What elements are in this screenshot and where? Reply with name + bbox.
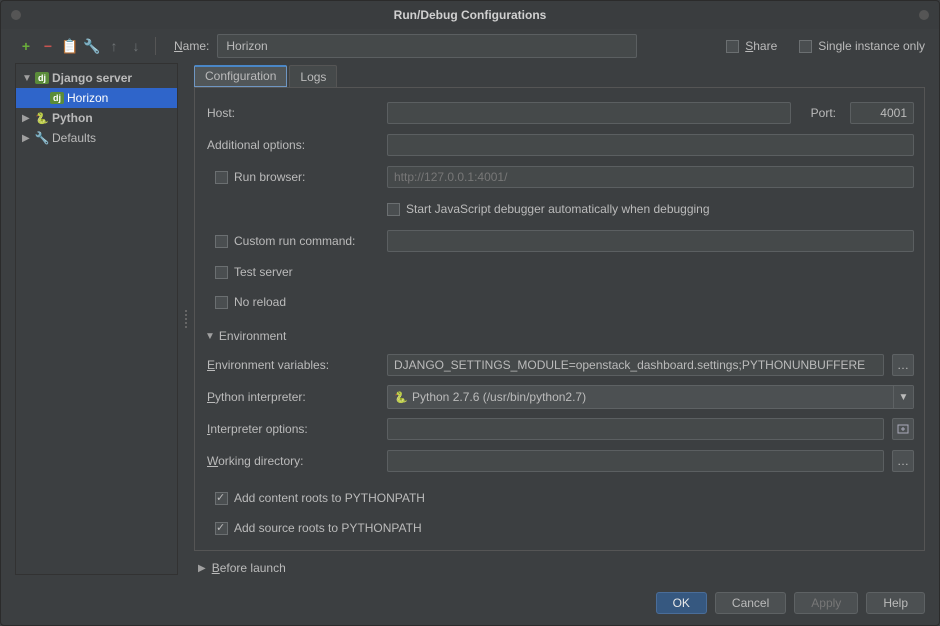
settings-icon[interactable]: 🔧 — [85, 39, 99, 53]
chevron-down-icon: ▼ — [893, 386, 913, 408]
interpreter-options-input[interactable] — [387, 418, 884, 440]
tree-node-python[interactable]: ▶ 🐍 Python — [16, 108, 177, 128]
python-icon: 🐍 — [35, 112, 49, 124]
single-instance-checkbox[interactable]: Single instance only — [799, 39, 925, 53]
working-dir-row: Working directory: … — [205, 448, 914, 474]
share-checkbox[interactable]: Share — [726, 39, 777, 53]
interpreter-options-label: Interpreter options: — [205, 422, 379, 436]
tree-node-horizon[interactable]: dj Horizon — [16, 88, 177, 108]
dialog-window: Run/Debug Configurations + − 📋 🔧 ↑ ↓ Nam… — [0, 0, 940, 626]
dialog-title: Run/Debug Configurations — [394, 8, 547, 22]
working-directory-label: Working directory: — [205, 454, 379, 468]
remove-config-icon[interactable]: − — [41, 39, 55, 53]
help-button[interactable]: Help — [866, 592, 925, 614]
checkbox-icon — [215, 235, 228, 248]
name-label: Name: — [174, 39, 209, 53]
start-js-checkbox[interactable]: Start JavaScript debugger automatically … — [387, 202, 710, 216]
run-browser-checkbox[interactable]: Run browser: — [205, 170, 379, 184]
tree-node-defaults[interactable]: ▶ 🔧 Defaults — [16, 128, 177, 148]
add-source-roots-checkbox[interactable]: Add source roots to PYTHONPATH — [205, 516, 914, 540]
chevron-right-icon: ▶ — [198, 563, 206, 574]
separator — [155, 37, 156, 55]
config-tree[interactable]: ▼ dj Django server dj Horizon ▶ 🐍 Python… — [15, 63, 178, 575]
top-toolbar-row: + − 📋 🔧 ↑ ↓ Name: Share Single instance … — [1, 29, 939, 63]
host-input[interactable] — [387, 102, 791, 124]
start-js-row: Start JavaScript debugger automatically … — [205, 196, 914, 222]
before-launch-section[interactable]: ▶ Before launch — [194, 551, 925, 575]
checkbox-icon — [215, 266, 228, 279]
main-panel: Configuration Logs Host: Port: Additiona… — [194, 63, 925, 575]
working-directory-input[interactable] — [387, 450, 884, 472]
additional-options-label: Additional options: — [205, 138, 379, 152]
interpreter-options-row: Interpreter options: — [205, 416, 914, 442]
tab-configuration[interactable]: Configuration — [194, 65, 287, 87]
apply-button[interactable]: Apply — [794, 592, 858, 614]
checkbox-icon — [215, 171, 228, 184]
interpreter-row: Python interpreter: 🐍 Python 2.7.6 (/usr… — [205, 384, 914, 410]
run-browser-input[interactable]: http://127.0.0.1:4001/ — [387, 166, 914, 188]
host-label: Host: — [205, 106, 379, 120]
django-icon: dj — [35, 72, 49, 84]
python-interpreter-label: Python interpreter: — [205, 390, 379, 404]
copy-config-icon[interactable]: 📋 — [63, 39, 77, 53]
env-vars-label: Environment variables: — [205, 358, 379, 372]
environment-section-header[interactable]: ▼ Environment — [205, 326, 914, 346]
config-toolbar: + − 📋 🔧 ↑ ↓ — [19, 37, 160, 55]
dialog-footer: OK Cancel Apply Help — [1, 581, 939, 625]
checkbox-icon — [726, 40, 739, 53]
custom-run-checkbox[interactable]: Custom run command: — [205, 234, 379, 248]
expand-icon — [897, 423, 909, 435]
tree-collapse-icon: ▶ — [22, 133, 32, 144]
tree-expand-icon: ▼ — [22, 73, 32, 84]
window-menu-icon[interactable] — [11, 10, 21, 20]
move-down-icon[interactable]: ↓ — [129, 39, 143, 53]
env-vars-input[interactable]: DJANGO_SETTINGS_MODULE=openstack_dashboa… — [387, 354, 884, 376]
configuration-panel: Host: Port: Additional options: Run brow… — [194, 87, 925, 551]
tab-bar: Configuration Logs — [194, 63, 925, 87]
tab-logs[interactable]: Logs — [289, 65, 337, 87]
python-interpreter-select[interactable]: 🐍 Python 2.7.6 (/usr/bin/python2.7) ▼ — [387, 385, 914, 409]
tree-node-django-server[interactable]: ▼ dj Django server — [16, 68, 177, 88]
run-browser-row: Run browser: http://127.0.0.1:4001/ — [205, 164, 914, 190]
ok-button[interactable]: OK — [656, 592, 707, 614]
checkbox-icon — [799, 40, 812, 53]
custom-run-input[interactable] — [387, 230, 914, 252]
checkbox-checked-icon — [215, 492, 228, 505]
chevron-down-icon: ▼ — [205, 331, 215, 342]
django-icon: dj — [50, 92, 64, 104]
env-vars-row: Environment variables: DJANGO_SETTINGS_M… — [205, 352, 914, 378]
wrench-icon: 🔧 — [35, 132, 49, 144]
add-content-roots-checkbox[interactable]: Add content roots to PYTHONPATH — [205, 486, 914, 510]
additional-options-input[interactable] — [387, 134, 914, 156]
expand-field-button[interactable] — [892, 418, 914, 440]
additional-options-row: Additional options: — [205, 132, 914, 158]
cancel-button[interactable]: Cancel — [715, 592, 786, 614]
working-directory-browse-button[interactable]: … — [892, 450, 914, 472]
tree-collapse-icon: ▶ — [22, 113, 32, 124]
name-input[interactable] — [217, 34, 637, 58]
port-label: Port: — [799, 106, 842, 120]
move-up-icon[interactable]: ↑ — [107, 39, 121, 53]
custom-run-row: Custom run command: — [205, 228, 914, 254]
checkbox-icon — [387, 203, 400, 216]
checkbox-icon — [215, 296, 228, 309]
python-icon: 🐍 — [394, 391, 408, 403]
test-server-checkbox[interactable]: Test server — [205, 260, 914, 284]
checkbox-checked-icon — [215, 522, 228, 535]
no-reload-checkbox[interactable]: No reload — [205, 290, 914, 314]
host-row: Host: Port: — [205, 100, 914, 126]
splitter-handle[interactable] — [184, 63, 188, 575]
window-close-icon[interactable] — [919, 10, 929, 20]
dialog-body: ▼ dj Django server dj Horizon ▶ 🐍 Python… — [1, 63, 939, 581]
add-config-icon[interactable]: + — [19, 39, 33, 53]
env-vars-browse-button[interactable]: … — [892, 354, 914, 376]
port-input[interactable] — [850, 102, 914, 124]
titlebar: Run/Debug Configurations — [1, 1, 939, 29]
